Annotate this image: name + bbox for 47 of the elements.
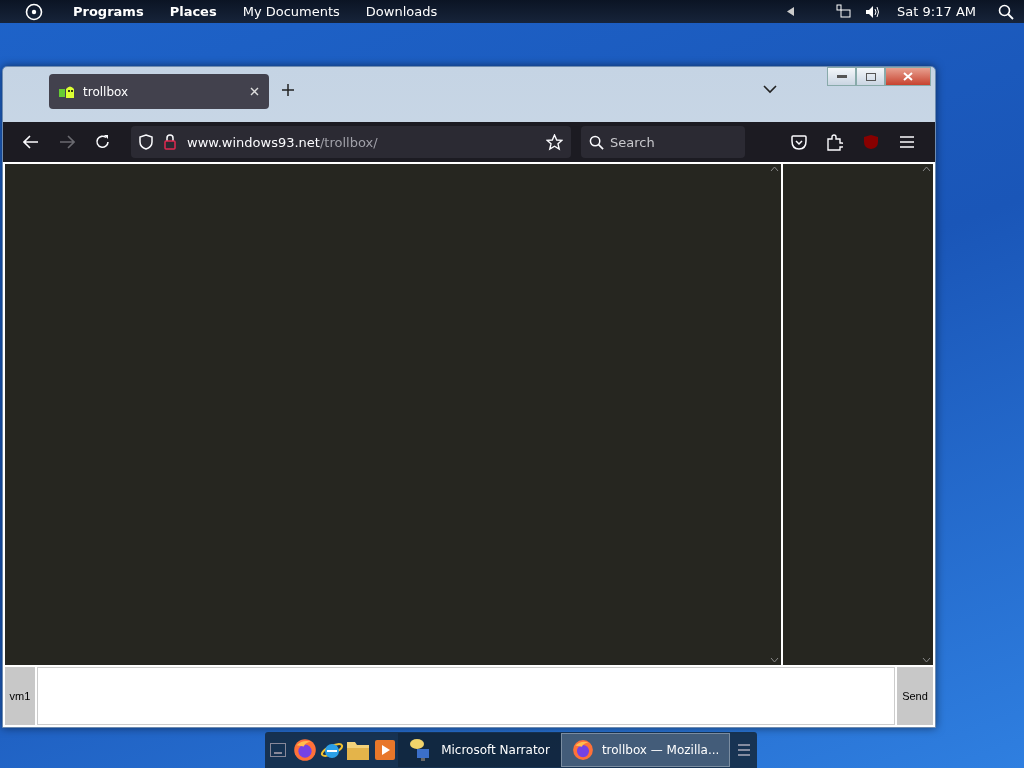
address-bar[interactable]: www.windows93.net/trollbox/ (131, 126, 571, 158)
menu-logo-icon[interactable] (25, 2, 43, 21)
network-icon[interactable] (836, 4, 852, 19)
taskbar-button[interactable]: Microsoft Narrator (398, 733, 561, 767)
forward-arrow-icon[interactable] (59, 135, 75, 149)
lock-icon[interactable] (163, 134, 177, 150)
clock[interactable]: Sat 9:17 AM (897, 4, 976, 19)
shield-icon[interactable] (139, 134, 153, 150)
search-field[interactable]: Search (581, 126, 745, 158)
star-icon[interactable] (546, 133, 563, 151)
show-desktop-icon[interactable] (270, 743, 287, 757)
minimize-button[interactable] (827, 67, 856, 86)
pocket-icon[interactable] (791, 134, 807, 150)
speaker-icon[interactable] (865, 4, 882, 19)
firefox-icon (571, 739, 594, 761)
ghost-icon (59, 84, 75, 99)
taskbar-button[interactable]: trollbox — Mozilla... (560, 733, 731, 767)
triangle-left-icon[interactable] (787, 7, 795, 16)
browser-tab[interactable]: trollbox (49, 74, 269, 109)
top-menu-item[interactable]: My Documents (229, 4, 353, 19)
search-icon[interactable] (998, 3, 1014, 20)
maximize-icon (865, 72, 876, 81)
firefox-icon[interactable] (292, 738, 317, 762)
new-tab-icon[interactable] (281, 83, 295, 97)
top-menu-item[interactable]: Downloads (352, 4, 451, 19)
top-menu-item[interactable]: Places (156, 4, 230, 19)
back-arrow-icon[interactable] (23, 135, 39, 149)
search-icon (589, 134, 604, 150)
media-player-icon[interactable] (374, 740, 395, 760)
nickname-button[interactable]: vm1 (5, 667, 35, 725)
url-text: www.windows93.net/trollbox/ (187, 134, 379, 150)
close-icon (903, 72, 913, 81)
scroll-up-icon[interactable] (769, 166, 779, 172)
scroll-up-icon[interactable] (921, 166, 931, 172)
scroll-down-icon[interactable] (769, 657, 779, 663)
puzzle-icon[interactable] (827, 133, 843, 151)
message-input[interactable] (37, 667, 895, 725)
minimize-icon (836, 74, 847, 79)
scroll-down-icon[interactable] (921, 657, 931, 663)
send-button[interactable]: Send (897, 667, 933, 725)
reload-icon[interactable] (95, 134, 111, 150)
close-button[interactable] (885, 67, 931, 86)
chevron-down-icon[interactable] (763, 85, 777, 94)
close-icon[interactable] (250, 87, 259, 96)
folder-icon[interactable] (346, 739, 371, 761)
top-menu-item[interactable]: Programs (60, 4, 157, 19)
maximize-button[interactable] (856, 67, 885, 86)
